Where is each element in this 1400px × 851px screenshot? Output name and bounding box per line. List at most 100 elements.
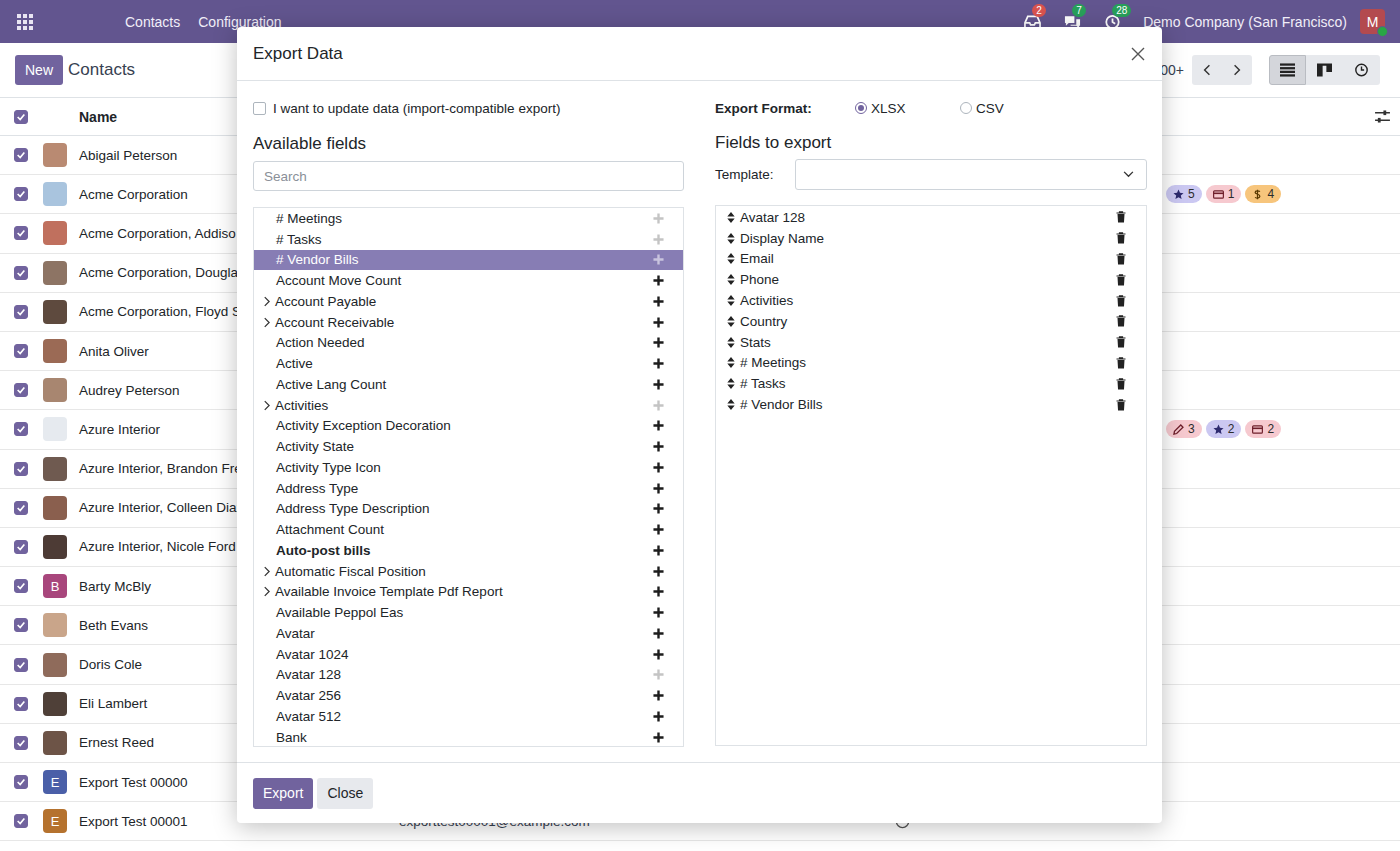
row-checkbox[interactable] [14,775,28,789]
view-button[interactable] [1269,55,1306,85]
add-field-icon[interactable] [653,296,664,307]
drag-sort-icon[interactable] [727,212,735,223]
drag-sort-icon[interactable] [727,399,735,410]
export-field-row[interactable]: Email [716,249,1146,270]
export-field-row[interactable]: Avatar 128 [716,207,1146,228]
row-checkbox[interactable] [14,226,28,240]
field-row[interactable]: Avatar 256 [254,685,683,706]
add-field-icon[interactable] [653,400,664,411]
field-row[interactable]: Avatar [254,623,683,644]
add-field-icon[interactable] [653,317,664,328]
template-select[interactable] [795,159,1147,190]
expand-arrow-icon[interactable] [263,400,270,411]
field-row[interactable]: Avatar 1024 [254,644,683,665]
previous-button[interactable] [1192,55,1222,85]
row-checkbox[interactable] [14,305,28,319]
row-checkbox[interactable] [14,187,28,201]
trash-icon[interactable] [1116,295,1126,307]
radio-button[interactable] [960,102,972,114]
field-row[interactable]: Account Payable [254,291,683,312]
export-field-row[interactable]: Stats [716,332,1146,353]
add-field-icon[interactable] [653,275,664,286]
field-row[interactable]: Auto-post bills [254,540,683,561]
row-checkbox[interactable] [14,383,28,397]
stat-badge[interactable]: 3 [1166,420,1202,438]
drag-sort-icon[interactable] [727,378,735,389]
add-field-icon[interactable] [653,420,664,431]
field-row[interactable]: Activities [254,395,683,416]
add-field-icon[interactable] [653,254,664,265]
menu-item[interactable]: Contacts [125,14,180,30]
add-field-icon[interactable] [653,586,664,597]
new-button[interactable]: New [15,55,63,85]
drag-sort-icon[interactable] [727,357,735,368]
drag-sort-icon[interactable] [727,253,735,264]
add-field-icon[interactable] [653,483,664,494]
add-field-icon[interactable] [653,234,664,245]
company-switcher[interactable]: Demo Company (San Francisco) [1143,14,1347,30]
add-field-icon[interactable] [653,566,664,577]
format-radio[interactable]: CSV [960,101,1065,116]
trash-icon[interactable] [1116,357,1126,369]
trash-icon[interactable] [1116,274,1126,286]
field-row[interactable]: Active Lang Count [254,374,683,395]
drag-sort-icon[interactable] [727,233,735,244]
row-checkbox[interactable] [14,148,28,162]
row-checkbox[interactable] [14,266,28,280]
field-row[interactable]: Avatar 128 [254,665,683,686]
dialog-button[interactable]: Close [317,778,373,809]
trash-icon[interactable] [1116,399,1126,411]
expand-arrow-icon[interactable] [263,566,270,577]
field-row[interactable]: Attachment Count [254,519,683,540]
user-avatar[interactable]: M [1360,9,1385,34]
import-compatible-checkbox[interactable] [253,102,266,115]
optional-columns-icon[interactable] [1375,110,1390,123]
row-checkbox[interactable] [14,579,28,593]
export-field-row[interactable]: Phone [716,269,1146,290]
export-field-row[interactable]: # Tasks [716,373,1146,394]
field-row[interactable]: Activity State [254,436,683,457]
export-field-row[interactable]: Display Name [716,228,1146,249]
dialog-button[interactable]: Export [253,778,313,809]
row-checkbox[interactable] [14,697,28,711]
export-field-row[interactable]: # Vendor Bills [716,394,1146,415]
drag-sort-icon[interactable] [727,316,735,327]
field-row[interactable]: # Meetings [254,208,683,229]
field-row[interactable]: Address Type [254,478,683,499]
stat-badge[interactable]: 1 [1206,185,1242,203]
field-row[interactable]: Automatic Fiscal Position [254,561,683,582]
add-field-icon[interactable] [653,711,664,722]
row-checkbox[interactable] [14,422,28,436]
trash-icon[interactable] [1116,253,1126,265]
add-field-icon[interactable] [653,379,664,390]
export-field-row[interactable]: Country [716,311,1146,332]
field-row[interactable]: Available Peppol Eas [254,602,683,623]
field-row[interactable]: Avatar 512 [254,706,683,727]
field-row[interactable]: Activity Exception Decoration [254,416,683,437]
add-field-icon[interactable] [653,628,664,639]
add-field-icon[interactable] [653,669,664,680]
add-field-icon[interactable] [653,358,664,369]
field-row[interactable]: Account Receivable [254,312,683,333]
stat-badge[interactable]: 5 [1166,185,1202,203]
trash-icon[interactable] [1116,232,1126,244]
export-field-row[interactable]: Activities [716,290,1146,311]
field-row[interactable]: # Tasks [254,229,683,250]
view-button[interactable] [1343,55,1380,85]
radio-button[interactable] [855,102,867,114]
add-field-icon[interactable] [653,462,664,473]
drag-sort-icon[interactable] [727,337,735,348]
stat-badge[interactable]: 2 [1206,420,1242,438]
expand-arrow-icon[interactable] [263,317,270,328]
trash-icon[interactable] [1116,315,1126,327]
add-field-icon[interactable] [653,607,664,618]
next-button[interactable] [1222,55,1252,85]
add-field-icon[interactable] [653,337,664,348]
field-row[interactable]: Account Move Count [254,270,683,291]
add-field-icon[interactable] [653,524,664,535]
add-field-icon[interactable] [653,732,664,743]
add-field-icon[interactable] [653,213,664,224]
add-field-icon[interactable] [653,690,664,701]
row-checkbox[interactable] [14,618,28,632]
add-field-icon[interactable] [653,649,664,660]
